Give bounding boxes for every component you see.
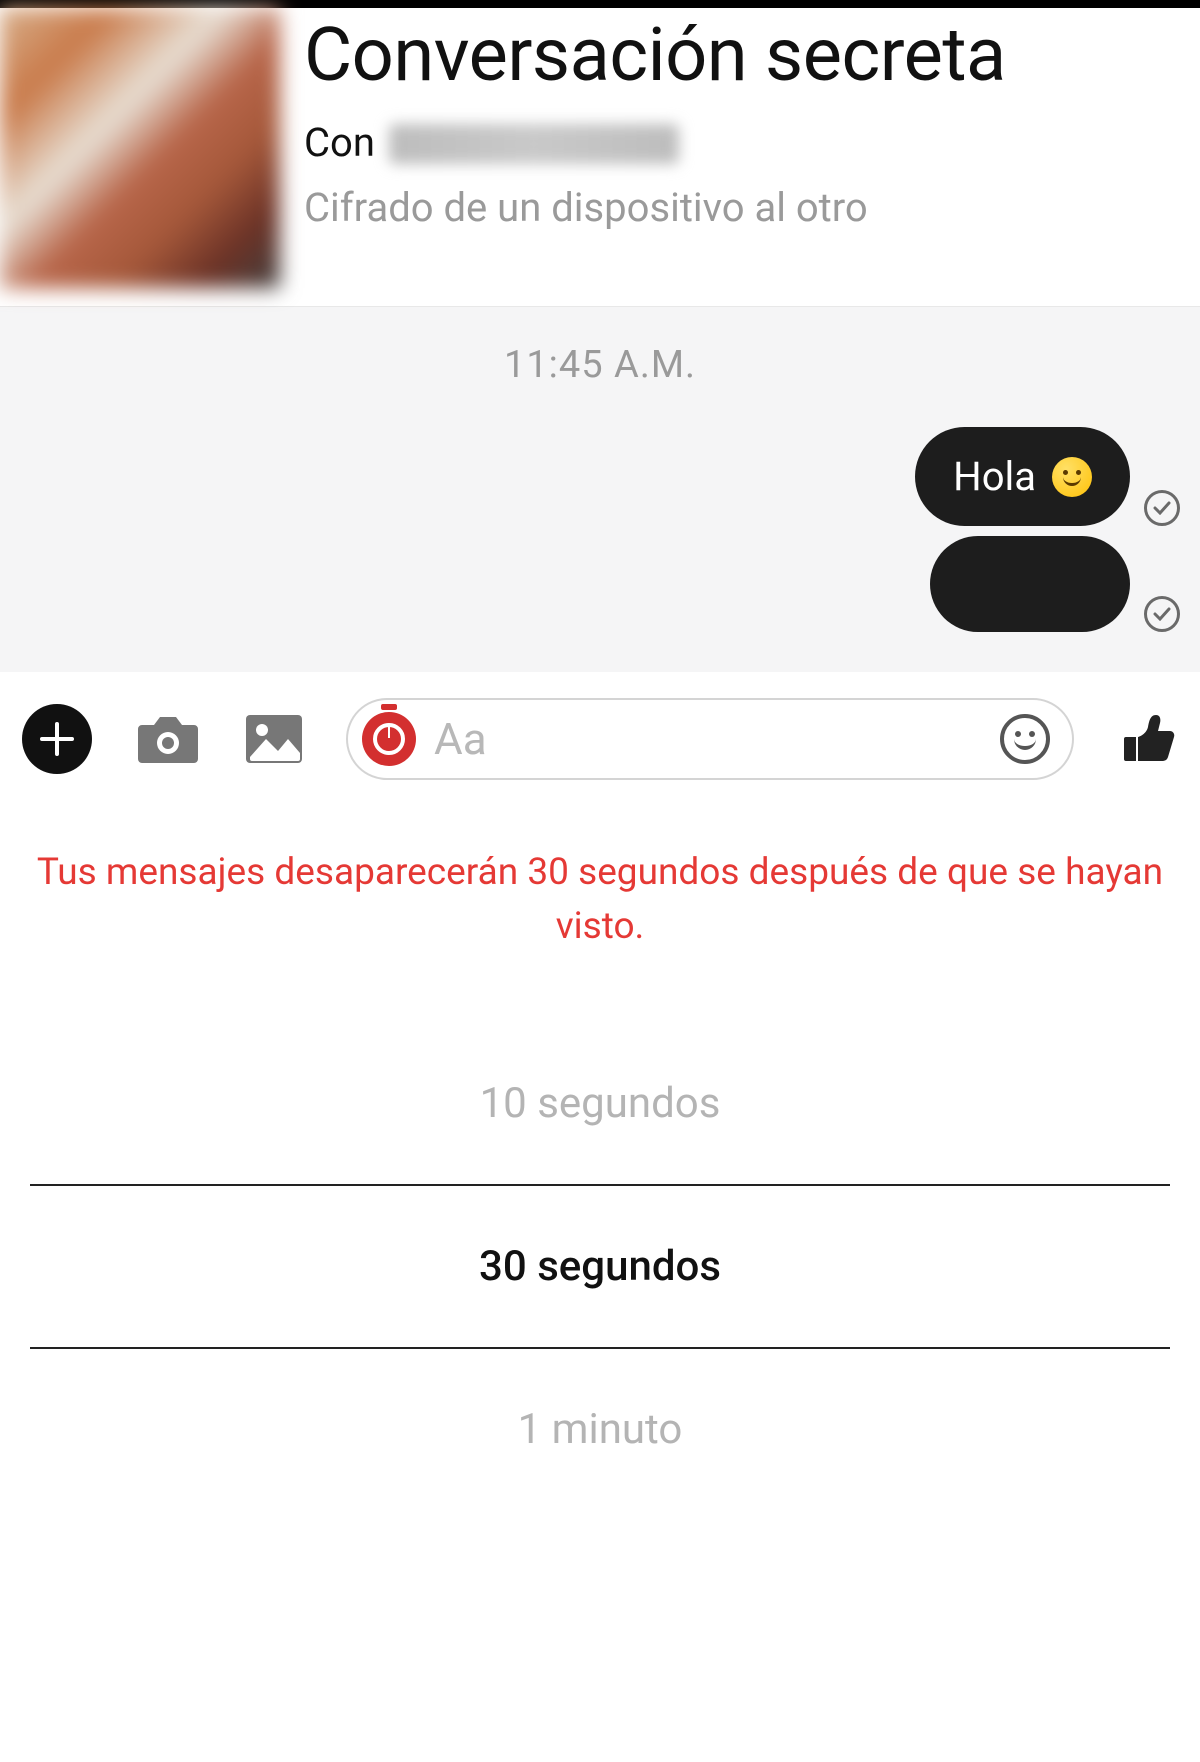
timer-warning-text: Tus mensajes desaparecerán 30 segundos d… <box>8 846 1192 953</box>
timer-option-selected[interactable]: 30 segundos <box>30 1184 1170 1349</box>
timer-icon[interactable] <box>362 712 416 766</box>
composer-toolbar: Aa <box>0 672 1200 804</box>
sent-message-bubble[interactable]: Hola <box>915 427 1130 526</box>
message-text: Hola <box>953 453 1036 500</box>
encryption-label: Cifrado de un dispositivo al otro <box>304 184 1200 231</box>
smile-emoji-icon <box>1052 457 1092 497</box>
thumbs-up-icon[interactable] <box>1116 709 1176 769</box>
timer-option[interactable]: 1 minuto <box>30 1349 1170 1510</box>
gallery-icon[interactable] <box>244 713 304 765</box>
timer-option[interactable]: 10 segundos <box>30 1023 1170 1184</box>
chat-timestamp: 11:45 A.M. <box>0 343 1200 387</box>
emoji-picker-icon[interactable] <box>1000 714 1050 764</box>
message-placeholder: Aa <box>434 713 982 765</box>
delivered-check-icon <box>1144 596 1180 632</box>
add-button[interactable] <box>22 704 92 774</box>
timer-picker[interactable]: 10 segundos 30 segundos 1 minuto <box>0 973 1200 1510</box>
message-input[interactable]: Aa <box>346 698 1074 780</box>
with-label: Con <box>304 119 375 166</box>
camera-icon[interactable] <box>134 711 202 767</box>
status-bar <box>0 0 1200 8</box>
delivered-check-icon <box>1144 490 1180 526</box>
timer-warning-row: Tus mensajes desaparecerán 30 segundos d… <box>0 804 1200 973</box>
message-row: Hola <box>915 427 1180 526</box>
chat-header: Conversación secreta Con Cifrado de un d… <box>0 8 1200 307</box>
contact-avatar[interactable] <box>0 8 280 288</box>
message-row <box>930 536 1180 632</box>
contact-name-redacted <box>389 124 679 164</box>
sent-message-bubble[interactable] <box>930 536 1130 632</box>
chat-title: Conversación secreta <box>304 16 1200 96</box>
chat-messages: 11:45 A.M. Hola <box>0 307 1200 672</box>
